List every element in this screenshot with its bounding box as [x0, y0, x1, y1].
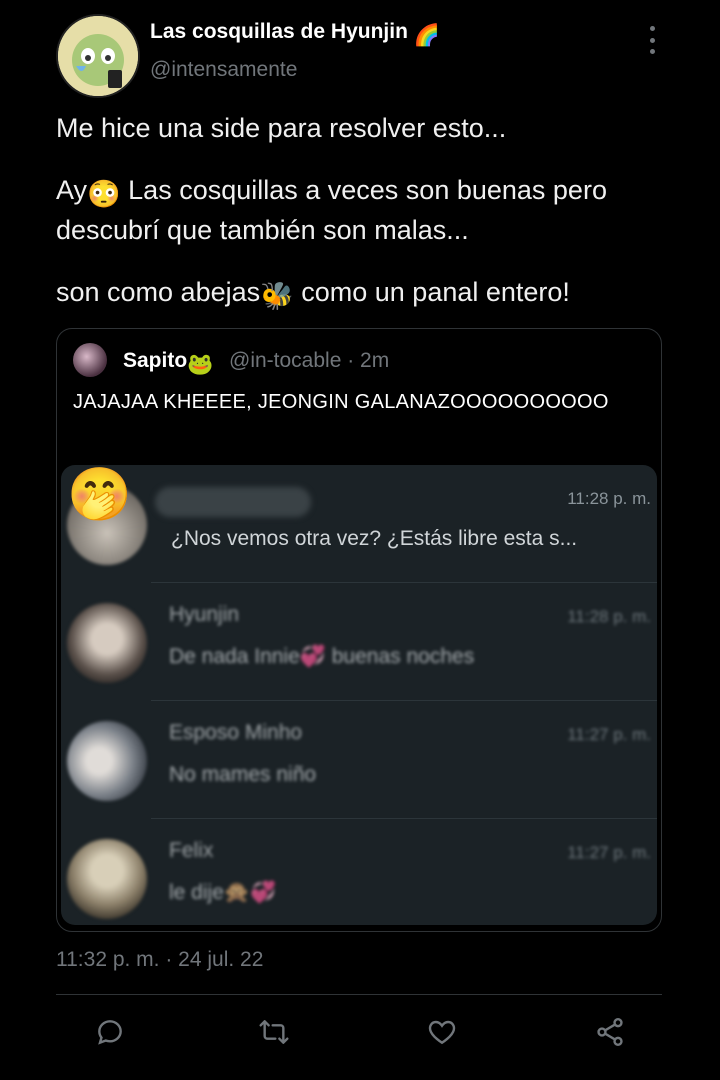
chat-avatar — [67, 603, 147, 683]
chat-preview: No mames niño — [169, 763, 317, 786]
divider — [56, 994, 662, 995]
chat-preview: ¿Nos vemos otra vez? ¿Estás libre esta s… — [171, 527, 578, 550]
chat-name: Esposo Minho — [169, 721, 303, 744]
chat-screenshot: 🤭 11:28 p. m. ¿Nos vemos otra vez? ¿Está… — [61, 465, 657, 925]
quoted-tweet[interactable]: Sapito🐸 @in-tocable · 2m JAJAJAA KHEEEE,… — [56, 328, 662, 932]
tweet-paragraph-1: Me hice una side para resolver esto... — [56, 113, 507, 143]
retweet-icon[interactable] — [258, 1016, 290, 1048]
chat-time: 11:27 p. m. — [567, 725, 651, 744]
tweet-timestamp[interactable]: 11:32 p. m. · 24 jul. 22 — [56, 948, 263, 972]
quote-author-name: Sapito🐸 — [123, 349, 214, 376]
chat-preview: le dije🙊💞 — [169, 881, 277, 904]
chat-name-hidden — [155, 487, 311, 517]
flushed-face-icon: 😳 — [87, 179, 121, 209]
author-handle[interactable]: @intensamente — [150, 58, 297, 82]
chat-row: Felix 11:27 p. m. le dije🙊💞 — [61, 819, 657, 925]
chat-avatar — [67, 839, 147, 919]
more-options-icon[interactable] — [640, 26, 664, 54]
chat-time: 11:28 p. m. — [567, 489, 651, 508]
quote-text: JAJAJAA KHEEEE, JEONGIN GALANAZOOOOOOOOO… — [73, 391, 609, 413]
author-name[interactable]: Las cosquillas de Hyunjin 🌈 — [150, 20, 440, 48]
quote-handle-time: @in-tocable · 2m — [229, 349, 390, 372]
heart-icon[interactable] — [426, 1016, 458, 1048]
tweet-text: Me hice una side para resolver esto... A… — [56, 110, 676, 340]
chat-preview: De nada Innie💞 buenas noches — [169, 645, 475, 668]
chat-row: Hyunjin 11:28 p. m. De nada Innie💞 buena… — [61, 583, 657, 701]
frog-icon: 🐸 — [187, 353, 214, 376]
chat-time: 11:28 p. m. — [567, 607, 651, 626]
chat-row: 🤭 11:28 p. m. ¿Nos vemos otra vez? ¿Está… — [61, 465, 657, 583]
tweet-paragraph-3: son como abejas🐝 como un panal entero! — [56, 274, 676, 314]
chat-name: Hyunjin — [169, 603, 240, 626]
chat-name: Felix — [169, 839, 214, 862]
chat-row: Esposo Minho 11:27 p. m. No mames niño — [61, 701, 657, 819]
rainbow-icon: 🌈 — [413, 24, 440, 47]
chat-avatar — [67, 721, 147, 801]
hand-over-mouth-icon: 🤭 — [67, 466, 132, 524]
bee-icon: 🐝 — [260, 281, 294, 311]
share-icon[interactable] — [594, 1016, 626, 1048]
chat-time: 11:27 p. m. — [567, 843, 651, 862]
action-bar — [56, 1004, 662, 1060]
reply-icon[interactable] — [94, 1016, 126, 1048]
quote-avatar — [73, 343, 107, 377]
author-avatar[interactable] — [56, 14, 140, 98]
tweet-paragraph-2: Ay😳 Las cosquillas a veces son buenas pe… — [56, 175, 607, 245]
